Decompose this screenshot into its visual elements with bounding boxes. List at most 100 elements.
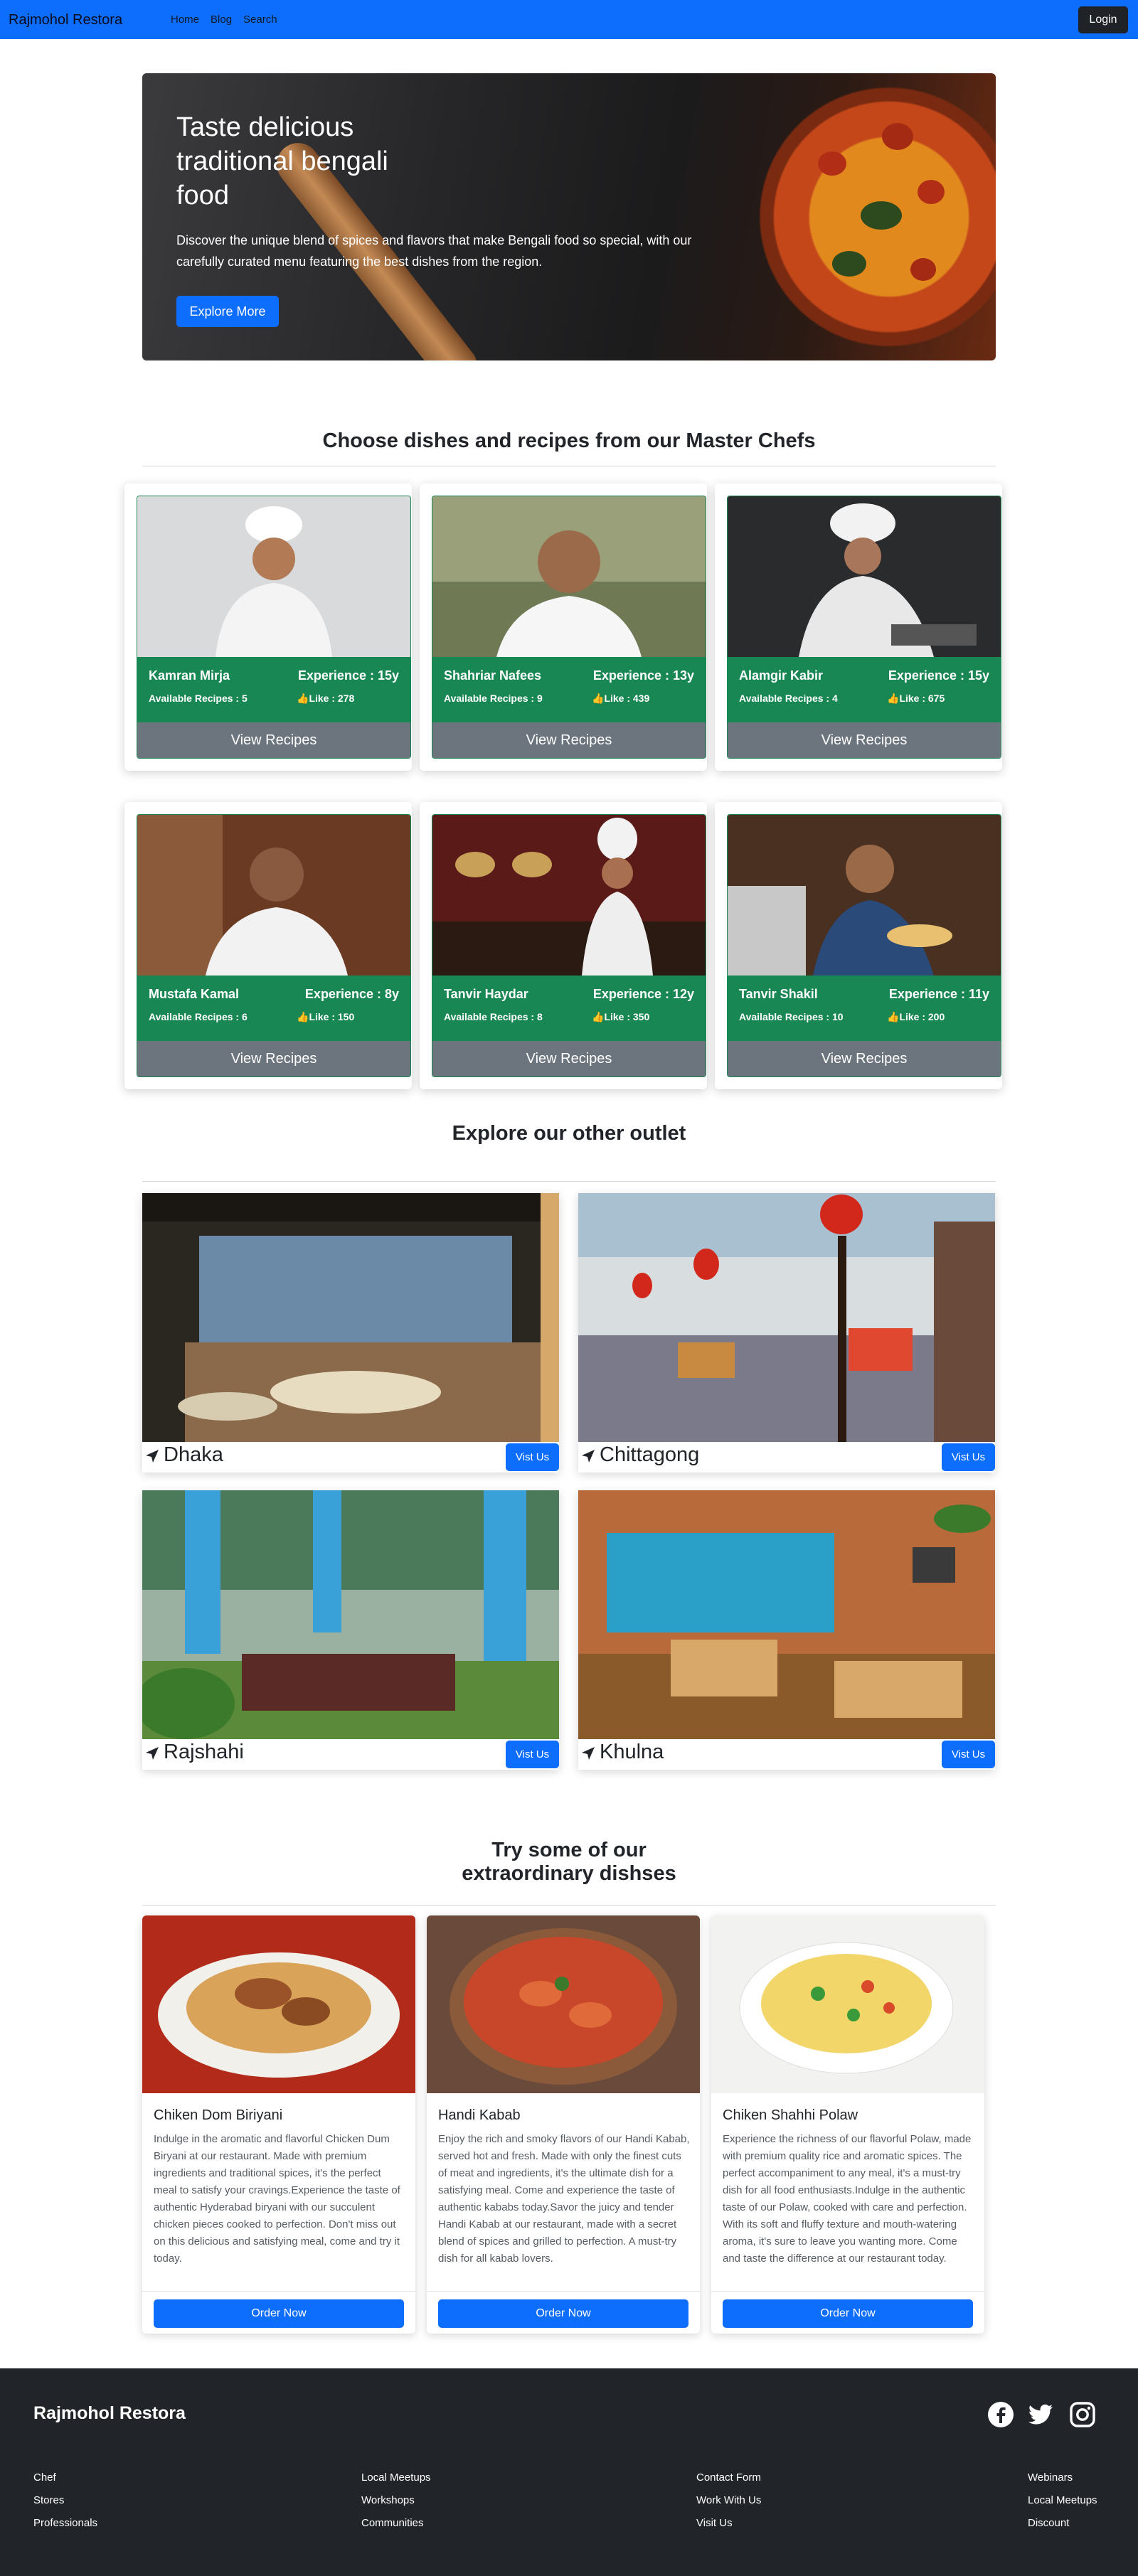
chef-photo [728, 815, 1001, 976]
outlet-card-dhaka: Dhaka Vist Us [142, 1193, 559, 1473]
nav-link-blog[interactable]: Blog [211, 14, 232, 26]
chef-likes: 👍Like : 150 [297, 1011, 355, 1022]
divider [142, 2291, 415, 2292]
chef-recipes: Available Recipes : 6 [149, 1011, 248, 1022]
hero-title: Taste delicious traditional bengali food [176, 112, 388, 210]
footer-column-3: Contact Form Work With Us Visit Us [696, 2467, 761, 2535]
chef-row-1: Kamran Mirja Experience : 15y Available … [124, 483, 1014, 771]
footer-column-4: Webinars Local Meetups Discount [1028, 2467, 1097, 2535]
thumb-icon: 👍 [887, 693, 900, 704]
nav-link-search[interactable]: Search [243, 14, 277, 26]
dish-card: Handi Kabab Enjoy the rich and smoky fla… [427, 1915, 700, 2334]
thumb-icon: 👍 [887, 1011, 900, 1022]
chef-name: Tanvir Shakil [739, 987, 818, 1001]
footer-link-professionals[interactable]: Professionals [33, 2512, 97, 2535]
footer-link-communities[interactable]: Communities [361, 2512, 431, 2535]
dish-name: Chiken Dom Biriyani [154, 2107, 283, 2123]
facebook-icon[interactable] [987, 2401, 1014, 2428]
dish-description: Indulge in the aromatic and flavorful Ch… [154, 2133, 400, 2265]
visit-us-button[interactable]: Vist Us [942, 1443, 995, 1471]
footer-link-stores[interactable]: Stores [33, 2489, 97, 2512]
chef-recipes: Available Recipes : 4 [739, 693, 838, 704]
thumb-icon: 👍 [592, 693, 605, 704]
chef-experience: Experience : 11y [888, 987, 989, 1001]
chef-experience: Experience : 15y [297, 668, 399, 683]
login-button[interactable]: Login [1078, 6, 1128, 33]
outlet-name: Dhaka [164, 1443, 223, 1466]
footer-link-discount[interactable]: Discount [1028, 2512, 1097, 2535]
visit-us-button[interactable]: Vist Us [506, 1443, 559, 1471]
nav-link-home[interactable]: Home [171, 14, 199, 26]
dish-photo [427, 1915, 700, 2093]
chef-likes: 👍Like : 278 [297, 693, 355, 704]
location-arrow-icon [146, 1450, 159, 1463]
chef-recipes: Available Recipes : 8 [444, 1011, 543, 1022]
view-recipes-button[interactable]: View Recipes [137, 1041, 410, 1076]
chef-card: Tanvir Haydar Experience : 12y Available… [420, 802, 707, 1089]
view-recipes-button[interactable]: View Recipes [728, 722, 1001, 758]
view-recipes-button[interactable]: View Recipes [137, 722, 410, 758]
outlet-photo [142, 1490, 559, 1739]
visit-us-button[interactable]: Vist Us [506, 1741, 559, 1768]
divider [142, 1181, 996, 1182]
chef-experience: Experience : 13y [592, 668, 694, 683]
dish-description: Enjoy the rich and smoky flavors of our … [438, 2133, 690, 2265]
footer: Rajmohol Restora Chef Stores Professiona… [0, 2368, 1138, 2576]
footer-brand: Rajmohol Restora [33, 2403, 186, 2423]
location-arrow-icon [146, 1747, 159, 1760]
footer-link-workshops[interactable]: Workshops [361, 2489, 431, 2512]
chef-experience: Experience : 12y [592, 987, 694, 1001]
dish-photo [711, 1915, 984, 2093]
order-now-button[interactable]: Order Now [154, 2299, 404, 2328]
chef-recipes: Available Recipes : 9 [444, 693, 543, 704]
brand-logo[interactable]: Rajmohol Restora [9, 12, 122, 28]
footer-link-local-meetups-2[interactable]: Local Meetups [1028, 2489, 1097, 2512]
chef-row-2: Mustafa Kamal Experience : 8y Available … [124, 802, 1014, 1089]
chef-card: Alamgir Kabir Experience : 15y Available… [715, 483, 1002, 771]
order-now-button[interactable]: Order Now [723, 2299, 973, 2328]
footer-link-local-meetups[interactable]: Local Meetups [361, 2467, 431, 2489]
dish-name: Handi Kabab [438, 2107, 521, 2123]
chef-info: Tanvir Shakil Experience : 11y Available… [728, 976, 1001, 1041]
footer-link-work-with-us[interactable]: Work With Us [696, 2489, 761, 2512]
chef-info: Kamran Mirja Experience : 15y Available … [137, 657, 410, 722]
nav-links: Home Blog Search [171, 14, 277, 26]
twitter-icon[interactable] [1027, 2401, 1054, 2428]
footer-column-2: Local Meetups Workshops Communities [361, 2467, 431, 2535]
footer-link-chef[interactable]: Chef [33, 2467, 97, 2489]
footer-link-contact-form[interactable]: Contact Form [696, 2467, 761, 2489]
outlet-name: Chittagong [600, 1443, 700, 1466]
chef-info: Mustafa Kamal Experience : 8y Available … [137, 976, 410, 1041]
chef-name: Tanvir Haydar [444, 987, 528, 1001]
chef-likes: 👍Like : 439 [592, 693, 650, 704]
view-recipes-button[interactable]: View Recipes [432, 722, 706, 758]
thumb-icon: 👍 [297, 693, 309, 704]
chef-card: Kamran Mirja Experience : 15y Available … [124, 483, 412, 771]
divider [427, 2291, 700, 2292]
order-now-button[interactable]: Order Now [438, 2299, 688, 2328]
outlet-name: Khulna [600, 1741, 664, 1763]
navbar: Rajmohol Restora Home Blog Search Login [0, 0, 1138, 39]
chef-likes: 👍Like : 675 [887, 693, 945, 704]
outlets-section-title: Explore our other outlet [452, 1122, 686, 1145]
explore-more-button[interactable]: Explore More [176, 296, 279, 327]
thumb-icon: 👍 [297, 1011, 309, 1022]
chef-experience: Experience : 15y [888, 668, 989, 683]
view-recipes-button[interactable]: View Recipes [728, 1041, 1001, 1076]
dish-photo [142, 1915, 415, 2093]
visit-us-button[interactable]: Vist Us [942, 1741, 995, 1768]
dish-card: Chiken Dom Biriyani Indulge in the aroma… [142, 1915, 415, 2334]
divider [142, 1905, 996, 1906]
chef-name: Shahriar Nafees [444, 668, 542, 683]
instagram-icon[interactable] [1069, 2401, 1096, 2428]
view-recipes-button[interactable]: View Recipes [432, 1041, 706, 1076]
footer-link-webinars[interactable]: Webinars [1028, 2467, 1097, 2489]
chef-info: Shahriar Nafees Experience : 13y Availab… [432, 657, 706, 722]
dish-card: Chiken Shahhi Polaw Experience the richn… [711, 1915, 984, 2334]
divider [711, 2291, 984, 2292]
outlet-photo [142, 1193, 559, 1442]
chef-name: Alamgir Kabir [739, 668, 824, 683]
dishes-title-line-2: extraordinary dishses [462, 1862, 676, 1885]
footer-link-visit-us[interactable]: Visit Us [696, 2512, 761, 2535]
chef-name: Kamran Mirja [149, 668, 230, 683]
